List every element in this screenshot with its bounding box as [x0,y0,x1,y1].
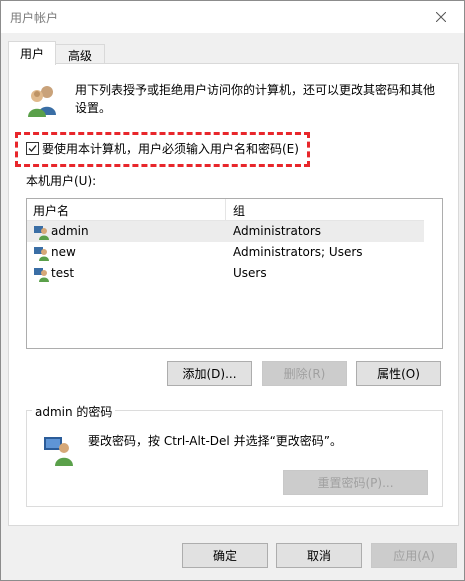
apply-button[interactable]: 应用(A) [371,543,457,568]
remove-user-button[interactable]: 删除(R) [262,361,347,386]
row-group: Administrators; Users [233,245,363,259]
title-bar: 用户帐户 [1,1,464,33]
close-button[interactable] [418,1,464,32]
column-divider[interactable] [225,199,226,220]
list-row-new[interactable]: new Administrators; Users [27,242,424,263]
user-icon [34,268,49,282]
user-icon [34,247,49,261]
check-icon [28,145,37,152]
tab-advanced[interactable]: 高级 [55,44,105,65]
password-instruction: 要改密码，按 Ctrl-Alt-Del 并选择“更改密码”。 [88,434,343,448]
users-tab-panel: 用下列表授予或拒绝用户访问你的计算机，还可以更改其密码和其他设置。 要使用本计算… [8,63,459,526]
properties-button[interactable]: 属性(O) [356,361,441,386]
add-user-button[interactable]: 添加(D)... [167,361,252,386]
tab-users[interactable]: 用户 [8,41,56,65]
cancel-button[interactable]: 取消 [276,543,362,568]
row-username: new [51,245,76,259]
tab-users-label: 用户 [19,47,44,61]
local-users-list[interactable]: 用户名 组 admin Administrators new Administr… [26,198,443,349]
list-scrollbar[interactable] [425,199,442,348]
reset-password-button[interactable]: 重置密码(P)... [283,470,428,495]
require-login-label[interactable]: 要使用本计算机，用户必须输入用户名和密码(E) [42,140,299,157]
row-username: test [51,266,75,280]
users-icon [28,86,56,117]
password-user-icon [44,437,73,466]
close-icon [436,11,446,22]
intro-text: 用下列表授予或拒绝用户访问你的计算机，还可以更改其密码和其他设置。 [75,83,436,115]
list-header: 用户名 组 [27,199,424,221]
window-title: 用户帐户 [10,11,59,25]
column-username[interactable]: 用户名 [33,202,69,219]
local-users-label: 本机用户(U): [26,174,97,188]
password-group-title: admin 的密码 [32,403,116,420]
user-icon [34,226,49,240]
row-username: admin [51,224,89,238]
row-group: Administrators [233,224,322,238]
list-row-admin[interactable]: admin Administrators [27,221,424,242]
list-row-test[interactable]: test Users [27,263,424,284]
require-login-checkbox[interactable] [26,142,39,155]
row-group: Users [233,266,267,280]
user-accounts-dialog: 用户帐户 用户 高级 用下列表授予或拒绝用户访问你的计算机，还可以更改其密码和其… [0,0,465,581]
ok-button[interactable]: 确定 [182,543,268,568]
column-group[interactable]: 组 [233,202,245,219]
tab-advanced-label: 高级 [67,48,92,63]
